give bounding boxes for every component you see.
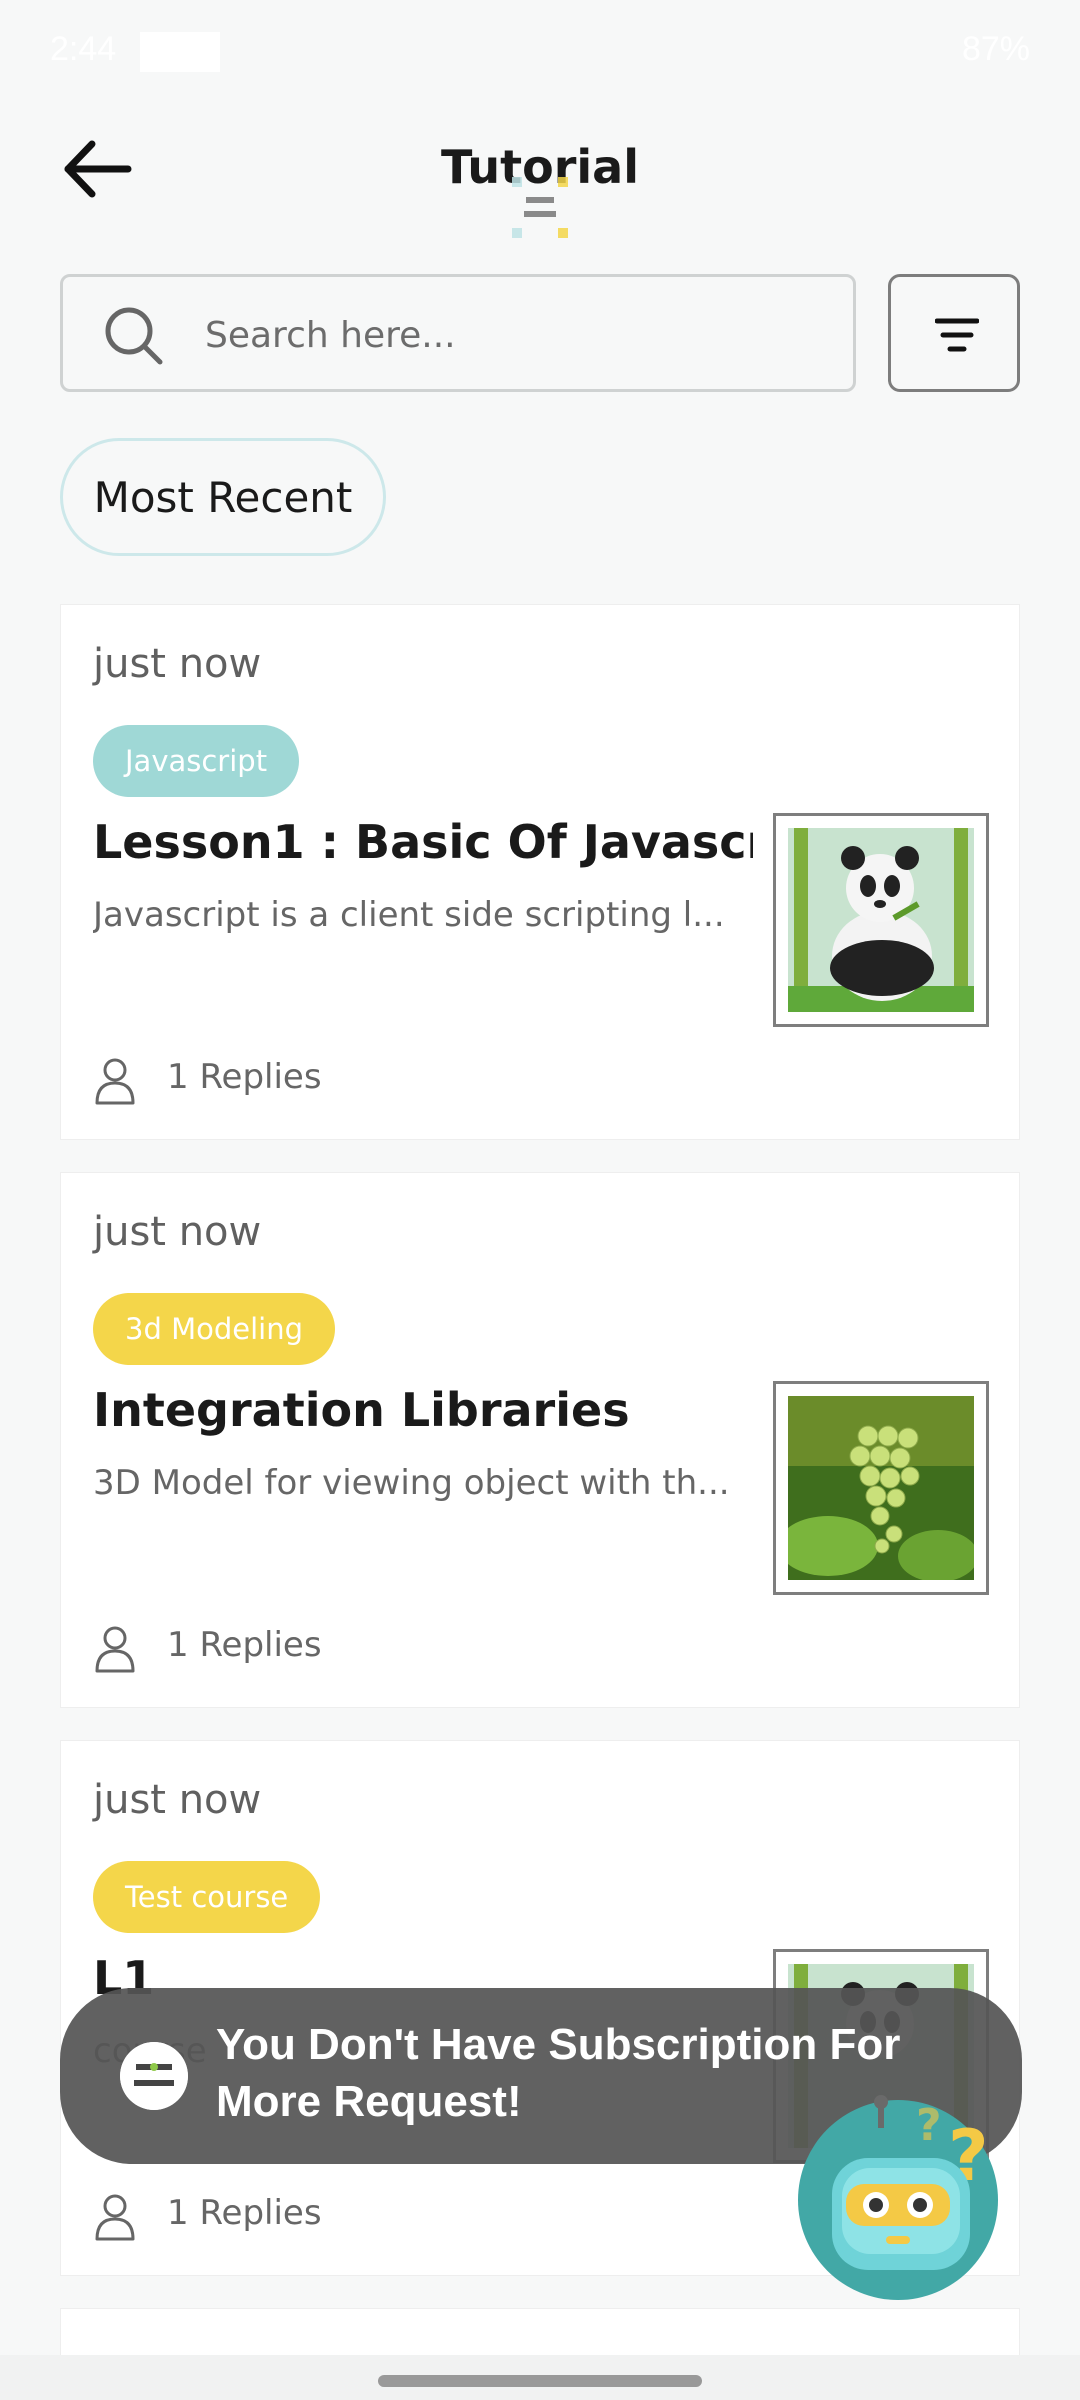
status-time: 2:44 xyxy=(50,30,117,68)
user-icon xyxy=(95,2194,135,2241)
filter-icon xyxy=(935,318,979,352)
card-time: just now xyxy=(93,641,262,687)
search-input[interactable] xyxy=(203,301,827,369)
chatbot-button[interactable]: ? ? xyxy=(798,2088,1000,2302)
filter-button[interactable] xyxy=(888,274,1020,392)
app-logo-icon xyxy=(512,177,568,238)
tutorial-card[interactable]: just now 3d Modeling Integration Librari… xyxy=(60,1172,1020,1708)
app-logo-icon xyxy=(140,32,220,72)
user-icon xyxy=(95,1058,135,1105)
tutorial-card[interactable]: just now Javascript Lesson1 : Basic Of J… xyxy=(60,604,1020,1140)
status-bar: 2:44 87% xyxy=(0,0,1080,100)
replies-count: 1 Replies xyxy=(167,1625,322,1665)
card-title: Integration Libraries xyxy=(93,1383,630,1437)
search-icon xyxy=(105,307,163,365)
card-time: just now xyxy=(93,1777,262,1823)
most-recent-chip[interactable]: Most Recent xyxy=(60,438,386,556)
user-icon xyxy=(95,1626,135,1673)
app-header: Tutorial xyxy=(0,120,1080,238)
card-thumbnail xyxy=(773,1381,989,1595)
search-box[interactable] xyxy=(60,274,856,392)
card-description: Javascript is a client side scripting l.… xyxy=(93,895,725,935)
category-tag: 3d Modeling xyxy=(93,1293,335,1365)
card-thumbnail xyxy=(773,813,989,1027)
category-tag: Test course xyxy=(93,1861,321,1933)
category-tag: Javascript xyxy=(93,725,300,797)
robot-icon: ? ? xyxy=(798,2095,998,2300)
panda-image xyxy=(788,828,974,1012)
battery-indicator: 87% xyxy=(961,30,1030,68)
card-description: 3D Model for viewing object with th... xyxy=(93,1463,730,1503)
home-gesture-handle[interactable] xyxy=(378,2375,702,2387)
svg-text:?: ? xyxy=(916,2100,942,2151)
card-time: just now xyxy=(93,1209,262,1255)
card-title: Lesson1 : Basic Of Javascript xyxy=(93,815,753,869)
grapes-image xyxy=(788,1396,974,1580)
replies-count: 1 Replies xyxy=(167,2193,322,2233)
app-logo-icon xyxy=(120,2042,188,2110)
replies-count: 1 Replies xyxy=(167,1057,322,1097)
